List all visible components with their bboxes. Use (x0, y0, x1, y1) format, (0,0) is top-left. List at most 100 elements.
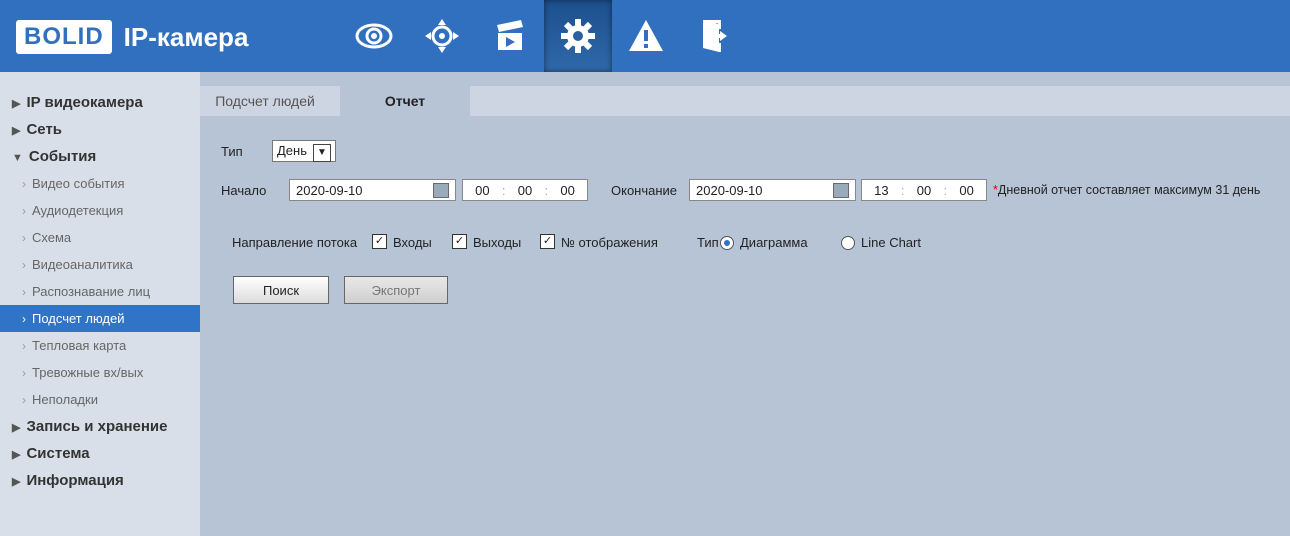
end-date-input[interactable]: 2020-09-10 (689, 179, 856, 201)
triangle-right-icon: ▶ (12, 422, 21, 434)
sidebar-group-label: IP видеокамера (26, 94, 143, 111)
ptz-icon (425, 19, 459, 53)
chevron-right-icon: › (22, 285, 26, 299)
clapper-icon (497, 20, 523, 50)
checkbox-out-label: Выходы (473, 235, 522, 250)
sidebar-group-label: Система (26, 445, 90, 462)
sidebar-item-video-analytics[interactable]: › Видеоаналитика (0, 251, 200, 278)
nav-alarm[interactable] (612, 0, 680, 72)
nav-ptz[interactable] (408, 0, 476, 72)
radio-bar[interactable] (720, 234, 734, 250)
radio-line[interactable] (841, 234, 855, 250)
sidebar-item-people-counting[interactable]: › Подсчет людей (0, 305, 200, 332)
sidebar-item-face-recognition[interactable]: › Распознавание лиц (0, 278, 200, 305)
time-separator: : (501, 183, 506, 198)
sidebar-group-info[interactable]: ▶ Информация (0, 467, 200, 494)
radio-unselected-icon (841, 235, 855, 250)
checkbox-in-label: Входы (393, 235, 432, 250)
chevron-right-icon: › (22, 258, 26, 272)
calendar-icon[interactable] (833, 183, 849, 198)
triangle-down-icon: ▼ (12, 152, 23, 164)
sidebar-item-scheme[interactable]: › Схема (0, 224, 200, 251)
checkbox-display[interactable]: ✓ (540, 233, 555, 250)
tab-bar: Подсчет людей Отчет (200, 86, 1290, 116)
tab-report[interactable]: Отчет (340, 86, 470, 116)
sidebar-item-label: Тепловая карта (32, 338, 127, 353)
type-select-value: День (277, 143, 307, 158)
sidebar-group-network[interactable]: ▶ Сеть (0, 116, 200, 143)
sidebar-item-label: Неполадки (32, 392, 98, 407)
sidebar-item-video-events[interactable]: › Видео события (0, 170, 200, 197)
start-label: Начало (221, 183, 267, 198)
chevron-down-icon: ▼ (313, 144, 331, 162)
sidebar-item-label: Видео события (32, 176, 125, 191)
radio-line-label: Line Chart (861, 235, 921, 250)
triangle-right-icon: ▶ (12, 125, 21, 137)
sidebar-group-events[interactable]: ▼ События (0, 143, 200, 170)
nav-settings[interactable] (544, 0, 612, 72)
sidebar-item-label: Подсчет людей (32, 311, 125, 326)
start-hour[interactable]: 00 (475, 180, 489, 200)
end-second[interactable]: 00 (959, 180, 973, 200)
checkbox-checked-icon: ✓ (372, 234, 387, 250)
checkbox-display-label: № отображения (561, 235, 658, 250)
chevron-right-icon: › (22, 339, 26, 353)
chevron-right-icon: › (22, 366, 26, 380)
start-minute[interactable]: 00 (518, 180, 532, 200)
time-separator: : (943, 183, 948, 198)
sidebar-item-label: Тревожные вх/вых (32, 365, 144, 380)
checkbox-out[interactable]: ✓ (452, 233, 467, 250)
sidebar-group-recording[interactable]: ▶ Запись и хранение (0, 413, 200, 440)
logo: BOLID IP-камера (16, 20, 248, 54)
export-button[interactable]: Экспорт (344, 276, 448, 304)
calendar-icon[interactable] (433, 183, 449, 198)
type-label: Тип (221, 144, 243, 159)
end-date-value: 2020-09-10 (696, 183, 763, 198)
sidebar-item-audio-detection[interactable]: › Аудиодетекция (0, 197, 200, 224)
end-minute[interactable]: 00 (917, 180, 931, 200)
triangle-right-icon: ▶ (12, 476, 21, 488)
start-second[interactable]: 00 (560, 180, 574, 200)
sidebar-item-label: Видеоаналитика (32, 257, 133, 272)
sidebar-item-label: Распознавание лиц (32, 284, 151, 299)
top-header: BOLID IP-камера (0, 0, 1290, 72)
type-select[interactable]: День ▼ (272, 140, 336, 162)
flow-direction-label: Направление потока (232, 235, 358, 250)
search-button[interactable]: Поиск (233, 276, 329, 304)
sidebar-item-faults[interactable]: › Неполадки (0, 386, 200, 413)
triangle-right-icon: ▶ (12, 449, 21, 461)
report-panel: Тип День ▼ Начало 2020-09-10 00: 00: 00 О… (200, 116, 1290, 536)
sidebar-group-label: Сеть (26, 121, 63, 138)
chart-type-label: Тип (697, 235, 719, 250)
end-hour[interactable]: 13 (874, 180, 888, 200)
checkbox-in[interactable]: ✓ (372, 233, 387, 250)
sidebar-group-label: Информация (26, 472, 124, 489)
nav-playback[interactable] (476, 0, 544, 72)
nav-logout[interactable] (680, 0, 748, 72)
chevron-right-icon: › (22, 177, 26, 191)
exit-icon (703, 20, 727, 52)
warning-icon (629, 20, 663, 51)
sidebar-group-ip-camera[interactable]: ▶ IP видеокамера (0, 89, 200, 116)
note-text: Дневной отчет составляет максимум 31 ден… (997, 183, 1261, 197)
sidebar-item-label: Аудиодетекция (32, 203, 124, 218)
time-separator: : (544, 183, 549, 198)
logo-text: IP-камера (123, 21, 249, 52)
sidebar-group-label: Запись и хранение (26, 418, 168, 435)
sidebar-item-label: Схема (32, 230, 72, 245)
time-separator: : (900, 183, 905, 198)
chevron-right-icon: › (22, 312, 26, 326)
main-nav (340, 0, 748, 72)
start-time-input[interactable]: 00: 00: 00 (462, 179, 588, 201)
sidebar-item-heat-map[interactable]: › Тепловая карта (0, 332, 200, 359)
nav-live-view[interactable] (340, 0, 408, 72)
sidebar-item-alarm-io[interactable]: › Тревожные вх/вых (0, 359, 200, 386)
end-time-input[interactable]: 13: 00: 00 (861, 179, 987, 201)
end-label: Окончание (611, 183, 678, 198)
chevron-right-icon: › (22, 204, 26, 218)
start-date-input[interactable]: 2020-09-10 (289, 179, 456, 201)
sidebar-group-system[interactable]: ▶ Система (0, 440, 200, 467)
checkbox-checked-icon: ✓ (452, 234, 467, 250)
tab-people-counting[interactable]: Подсчет людей (200, 86, 330, 116)
chevron-right-icon: › (22, 231, 26, 245)
